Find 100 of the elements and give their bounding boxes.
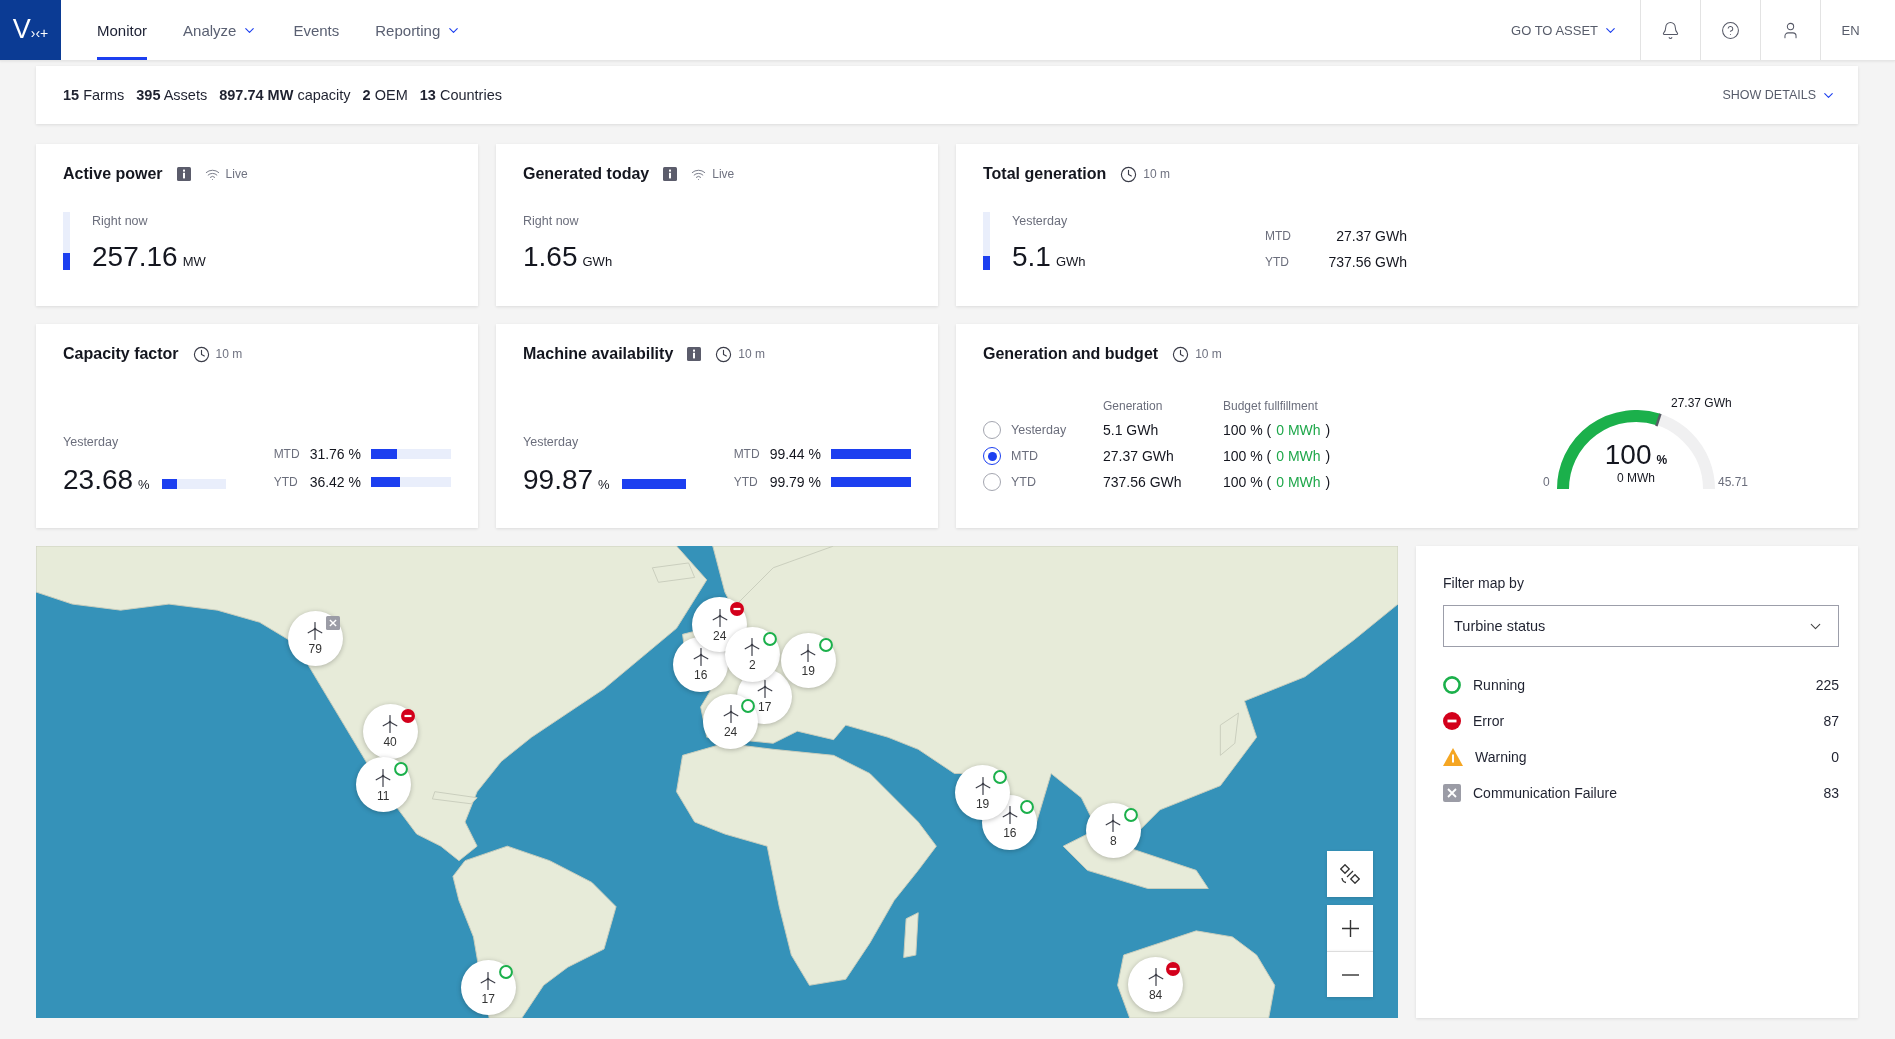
fulfillment-text: ): [1325, 474, 1331, 490]
wind-turbine-icon: [1001, 806, 1018, 825]
wind-turbine-icon: [744, 638, 761, 657]
generation-value: 27.37 GWh: [1103, 448, 1175, 464]
metric-unit: MW: [182, 254, 206, 269]
card-title: Total generation: [983, 165, 1107, 183]
card-title: Capacity factor: [63, 345, 179, 363]
gauge-unit: %: [1656, 453, 1668, 467]
fulfillment-text: ): [1325, 448, 1331, 464]
summary-stat: 395 Assets: [136, 87, 208, 103]
metric-caption: Yesterday: [523, 434, 580, 450]
radio-button[interactable]: [983, 421, 1001, 439]
radio-button[interactable]: [983, 447, 1001, 465]
wind-turbine-icon: [382, 715, 399, 733]
freshness-label: 10 m: [215, 347, 243, 361]
minus-icon: [1341, 973, 1359, 976]
nav-tab[interactable]: Monitor: [97, 0, 148, 60]
metric-caption: Right now: [523, 213, 580, 229]
period-label: YTD: [1265, 254, 1290, 271]
metric-value: 23.68: [63, 464, 134, 496]
metric-unit: GWh: [582, 254, 613, 269]
wind-turbine-icon: [800, 644, 817, 663]
period-label: YTD: [273, 474, 299, 491]
metric-unit: %: [138, 477, 150, 492]
column-header: Budget fullfillment: [1223, 398, 1319, 414]
radio-button[interactable]: [983, 473, 1001, 491]
metric-value: 99.87: [523, 464, 594, 496]
status-label: Error: [1473, 713, 1505, 729]
radio-label[interactable]: YTD: [1011, 475, 1093, 489]
wind-turbine-icon: [480, 971, 497, 990]
gauge-min-label: 0: [1543, 475, 1550, 489]
card-title: Generation and budget: [983, 345, 1159, 363]
gauge-target-label: 27.37 GWh: [1671, 396, 1732, 410]
summary-stat: 2 OEM: [362, 87, 408, 103]
plus-icon: [1341, 919, 1359, 937]
freshness-label: 10 m: [1195, 347, 1222, 361]
help-icon: [1721, 20, 1740, 40]
metric-unit: GWh: [1055, 254, 1086, 269]
status-label: Running: [1473, 677, 1526, 693]
nav-tab[interactable]: Analyze: [183, 0, 258, 60]
show-details-button[interactable]: SHOW DETAILS: [1722, 87, 1836, 103]
fulfillment-text: ): [1325, 422, 1331, 438]
metric-caption: Right now: [92, 213, 149, 229]
budget-deviation: 0 MWh: [1276, 474, 1321, 490]
satellite-view-button[interactable]: [1327, 851, 1373, 897]
satellite-icon: [1340, 864, 1360, 884]
wind-turbine-icon: [1105, 814, 1122, 833]
gauge-percent: 100: [1604, 439, 1652, 471]
fulfillment-text: 100 % (: [1223, 422, 1272, 438]
status-count: 87: [1823, 713, 1839, 729]
go-to-asset-button[interactable]: GO TO ASSET: [1511, 0, 1640, 60]
card-title: Generated today: [523, 165, 650, 183]
generation-value: 5.1 GWh: [1103, 422, 1160, 438]
freshness-label: 10 m: [738, 347, 765, 361]
user-icon: [1781, 20, 1800, 40]
freshness-label: Live: [712, 167, 735, 181]
card-title: Machine availability: [523, 345, 674, 363]
info-icon[interactable]: [176, 167, 191, 181]
status-count: 0: [1831, 749, 1839, 765]
status-count: 83: [1823, 785, 1839, 801]
period-label: MTD: [273, 446, 300, 463]
budget-deviation: 0 MWh: [1276, 422, 1321, 438]
wind-turbine-icon: [692, 648, 709, 666]
period-label: MTD: [1265, 228, 1292, 245]
freshness-label: 10 m: [1143, 167, 1170, 181]
period-value: 27.37 GWh: [1335, 227, 1407, 245]
info-icon[interactable]: [687, 347, 702, 361]
gauge-max-label: 45.71: [1718, 475, 1749, 489]
radio-label[interactable]: MTD: [1011, 449, 1093, 463]
summary-stat: 897.74 MW capacity: [219, 87, 351, 103]
card-title: Active power: [63, 165, 163, 183]
bell-icon: [1661, 20, 1680, 40]
target-marker: [1655, 413, 1662, 427]
status-label: Warning: [1475, 749, 1527, 765]
nav-tab[interactable]: Events: [293, 0, 340, 60]
period-value: 36.42 %: [309, 473, 361, 491]
zoom-out-button[interactable]: [1327, 951, 1373, 997]
column-header: Generation: [1103, 398, 1164, 414]
generation-value: 737.56 GWh: [1103, 474, 1183, 490]
metric-value: 5.1: [1012, 241, 1051, 273]
fulfillment-text: 100 % (: [1223, 474, 1272, 490]
nav-tab[interactable]: Reporting: [375, 0, 462, 60]
metric-value: 1.65: [523, 241, 578, 273]
brand-logo[interactable]: V›‹+: [0, 0, 61, 60]
period-value: 31.76 %: [309, 445, 361, 463]
filter-label: Filter map by: [1443, 574, 1525, 592]
wind-turbine-icon: [756, 680, 773, 699]
wind-turbine-icon: [1147, 968, 1164, 986]
freshness-label: Live: [225, 167, 248, 181]
info-icon[interactable]: [663, 167, 678, 181]
wind-turbine-icon: [711, 608, 728, 627]
radio-label[interactable]: Yesterday: [1011, 423, 1093, 437]
period-value: 99.44 %: [769, 445, 821, 463]
metric-value: 257.16: [92, 241, 178, 273]
metric-caption: Yesterday: [63, 434, 120, 450]
wind-turbine-icon: [722, 705, 739, 724]
status-select[interactable]: Turbine status: [1443, 605, 1839, 647]
zoom-in-button[interactable]: [1327, 905, 1373, 951]
period-value: 99.79 %: [769, 473, 821, 491]
language-button[interactable]: EN: [1820, 0, 1880, 60]
